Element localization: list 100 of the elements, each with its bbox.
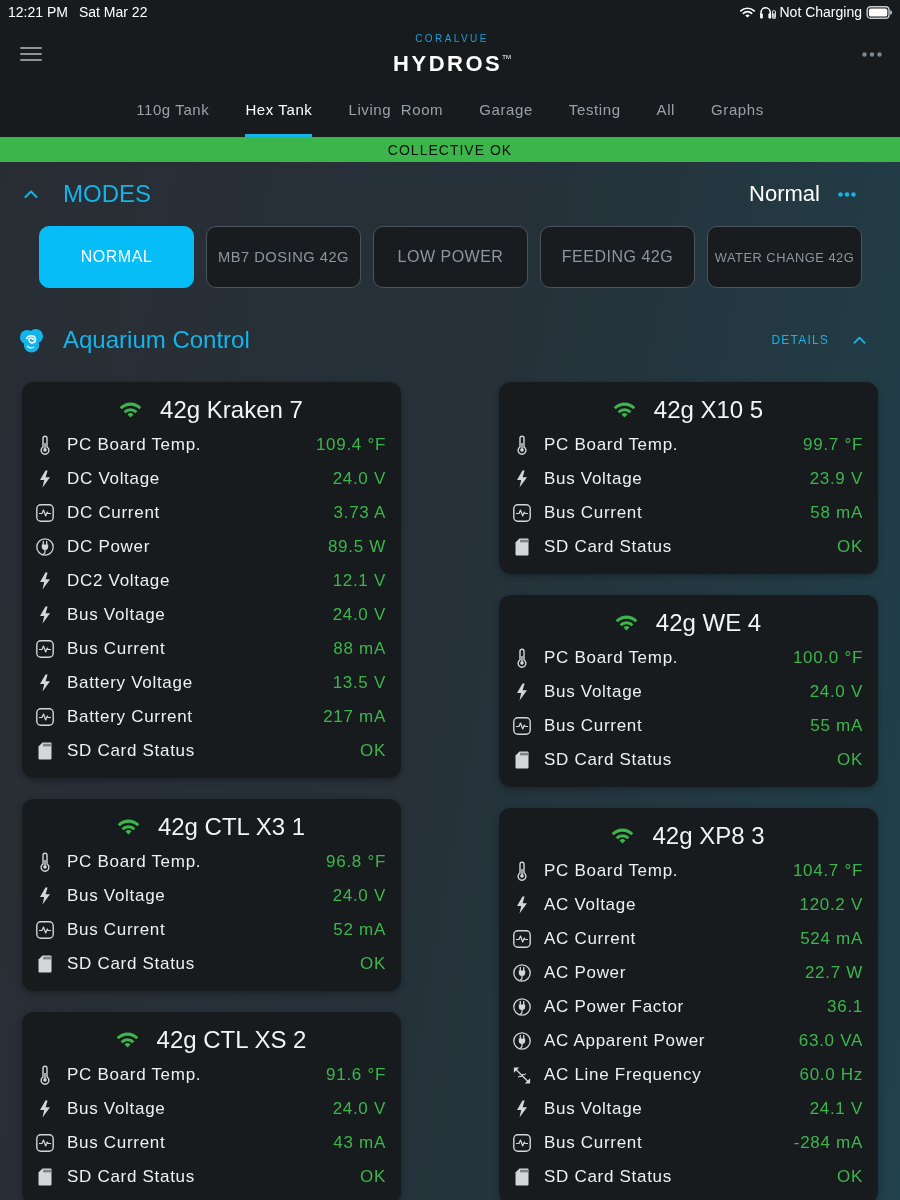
- thermometer-icon: [39, 852, 51, 872]
- reading-label: AC Voltage: [544, 895, 637, 915]
- reading-value: 104.7 °F: [792, 861, 863, 881]
- reading-label: PC Board Temp.: [544, 861, 679, 881]
- reading-label: Bus Current: [67, 1133, 166, 1153]
- reading-value: 91.6 °F: [326, 1065, 386, 1085]
- reading-label: Bus Voltage: [544, 1099, 643, 1119]
- reading-label: Bus Current: [544, 1133, 643, 1153]
- reading-value: 24.0 V: [332, 469, 386, 489]
- reading-value: OK: [360, 1167, 386, 1187]
- chevron-up-icon[interactable]: [853, 336, 866, 344]
- device-name: 42g CTL X3 1: [157, 813, 306, 841]
- lightning-icon: [39, 887, 51, 905]
- tab[interactable]: 110g Tank: [136, 90, 210, 137]
- menu-icon[interactable]: [20, 46, 42, 62]
- reading-label: AC Power: [544, 963, 627, 983]
- reading-value: OK: [837, 750, 863, 770]
- cloud-icon: [19, 327, 44, 353]
- lightning-icon: [39, 1100, 51, 1118]
- tab[interactable]: Living Room: [348, 90, 444, 137]
- pulse-icon: [513, 930, 531, 948]
- lightning-icon: [39, 572, 51, 590]
- more-icon[interactable]: [838, 191, 856, 197]
- wifi-icon: [739, 6, 755, 18]
- brand-name: HYDROS$^{TM}$: [393, 49, 511, 76]
- tab[interactable]: Testing: [568, 90, 621, 137]
- reading-label: PC Board Temp.: [544, 648, 679, 668]
- section-title: MODES: [63, 180, 151, 208]
- pulse-icon: [36, 1134, 54, 1152]
- device-name: 42g CTL XS 2: [156, 1026, 307, 1054]
- details-link[interactable]: DETAILS: [771, 333, 829, 347]
- reading-value: 109.4 °F: [315, 435, 386, 455]
- reading-label: SD Card Status: [67, 954, 195, 974]
- reading-label: DC Voltage: [67, 469, 160, 489]
- mode-button[interactable]: LOW POWER: [373, 226, 528, 288]
- reading-label: PC Board Temp.: [67, 852, 202, 872]
- pulse-icon: [513, 504, 531, 522]
- reading-value: 89.5 W: [327, 537, 386, 557]
- reading-label: Bus Current: [67, 639, 166, 659]
- thermometer-icon: [516, 861, 528, 881]
- reading-value: 24.0 V: [332, 1099, 386, 1119]
- reading-label: PC Board Temp.: [67, 435, 202, 455]
- mode-button[interactable]: WATER CHANGE 42G: [707, 226, 862, 288]
- plug-icon: [36, 538, 54, 556]
- reading-value: 100.0 °F: [792, 648, 863, 668]
- more-icon[interactable]: [862, 51, 882, 57]
- lightning-icon: [516, 470, 528, 488]
- status-banner: COLLECTIVE OK: [0, 137, 900, 162]
- reading-label: AC Apparent Power: [544, 1031, 706, 1051]
- device-name: 42g X10 5: [653, 396, 764, 424]
- reading-value: 3.73 A: [333, 503, 386, 523]
- reading-value: 36.1: [827, 997, 863, 1017]
- mode-button[interactable]: MB7 DOSING 42G: [206, 226, 361, 288]
- sd-card-icon: [38, 742, 52, 760]
- reading-label: SD Card Status: [544, 1167, 672, 1187]
- reading-label: SD Card Status: [67, 741, 195, 761]
- status-time: 12:21 PM: [8, 4, 68, 20]
- reading-value: 22.7 W: [804, 963, 863, 983]
- reading-value: OK: [360, 741, 386, 761]
- reading-value: 99.7 °F: [803, 435, 863, 455]
- reading-label: DC2 Voltage: [67, 571, 171, 591]
- reading-value: 24.0 V: [809, 682, 863, 702]
- reading-value: OK: [360, 954, 386, 974]
- current-mode: Normal: [749, 181, 820, 207]
- reading-label: Bus Current: [544, 503, 643, 523]
- reading-label: Bus Current: [544, 716, 643, 736]
- reading-value: 55 mA: [810, 716, 863, 736]
- lightning-icon: [39, 674, 51, 692]
- headphones-icon: [758, 5, 776, 19]
- reading-label: Bus Voltage: [67, 886, 166, 906]
- reading-value: 217 mA: [323, 707, 386, 727]
- pulse-icon: [36, 921, 54, 939]
- sd-card-icon: [515, 751, 529, 769]
- reading-value: 13.5 V: [332, 673, 386, 693]
- plug-icon: [513, 964, 531, 982]
- reading-label: AC Line Frequency: [544, 1065, 702, 1085]
- reading-value: OK: [837, 1167, 863, 1187]
- reading-value: 24.0 V: [332, 886, 386, 906]
- reading-value: 96.8 °F: [326, 852, 386, 872]
- mode-button[interactable]: FEEDING 42G: [540, 226, 695, 288]
- thermometer-icon: [39, 435, 51, 455]
- sd-card-icon: [515, 1168, 529, 1186]
- reading-value: 52 mA: [333, 920, 386, 940]
- tab[interactable]: All: [656, 90, 676, 137]
- reading-label: DC Power: [67, 537, 151, 557]
- reading-value: -284 mA: [793, 1133, 863, 1153]
- plug-icon: [513, 1032, 531, 1050]
- chevron-up-icon[interactable]: [24, 190, 38, 198]
- pulse-icon: [513, 717, 531, 735]
- charging-status: Not Charging: [779, 4, 862, 20]
- device-name: 42g Kraken 7: [160, 396, 303, 424]
- section-title: Aquarium Control: [63, 326, 250, 354]
- reading-value: 58 mA: [810, 503, 863, 523]
- tab[interactable]: Garage: [479, 90, 533, 137]
- reading-label: DC Current: [67, 503, 160, 523]
- tab[interactable]: Graphs: [711, 90, 764, 137]
- plug-icon: [513, 998, 531, 1016]
- brand-subtitle: CORALVUE: [415, 32, 489, 45]
- reading-label: Bus Current: [67, 920, 166, 940]
- reading-label: Bus Voltage: [67, 1099, 166, 1119]
